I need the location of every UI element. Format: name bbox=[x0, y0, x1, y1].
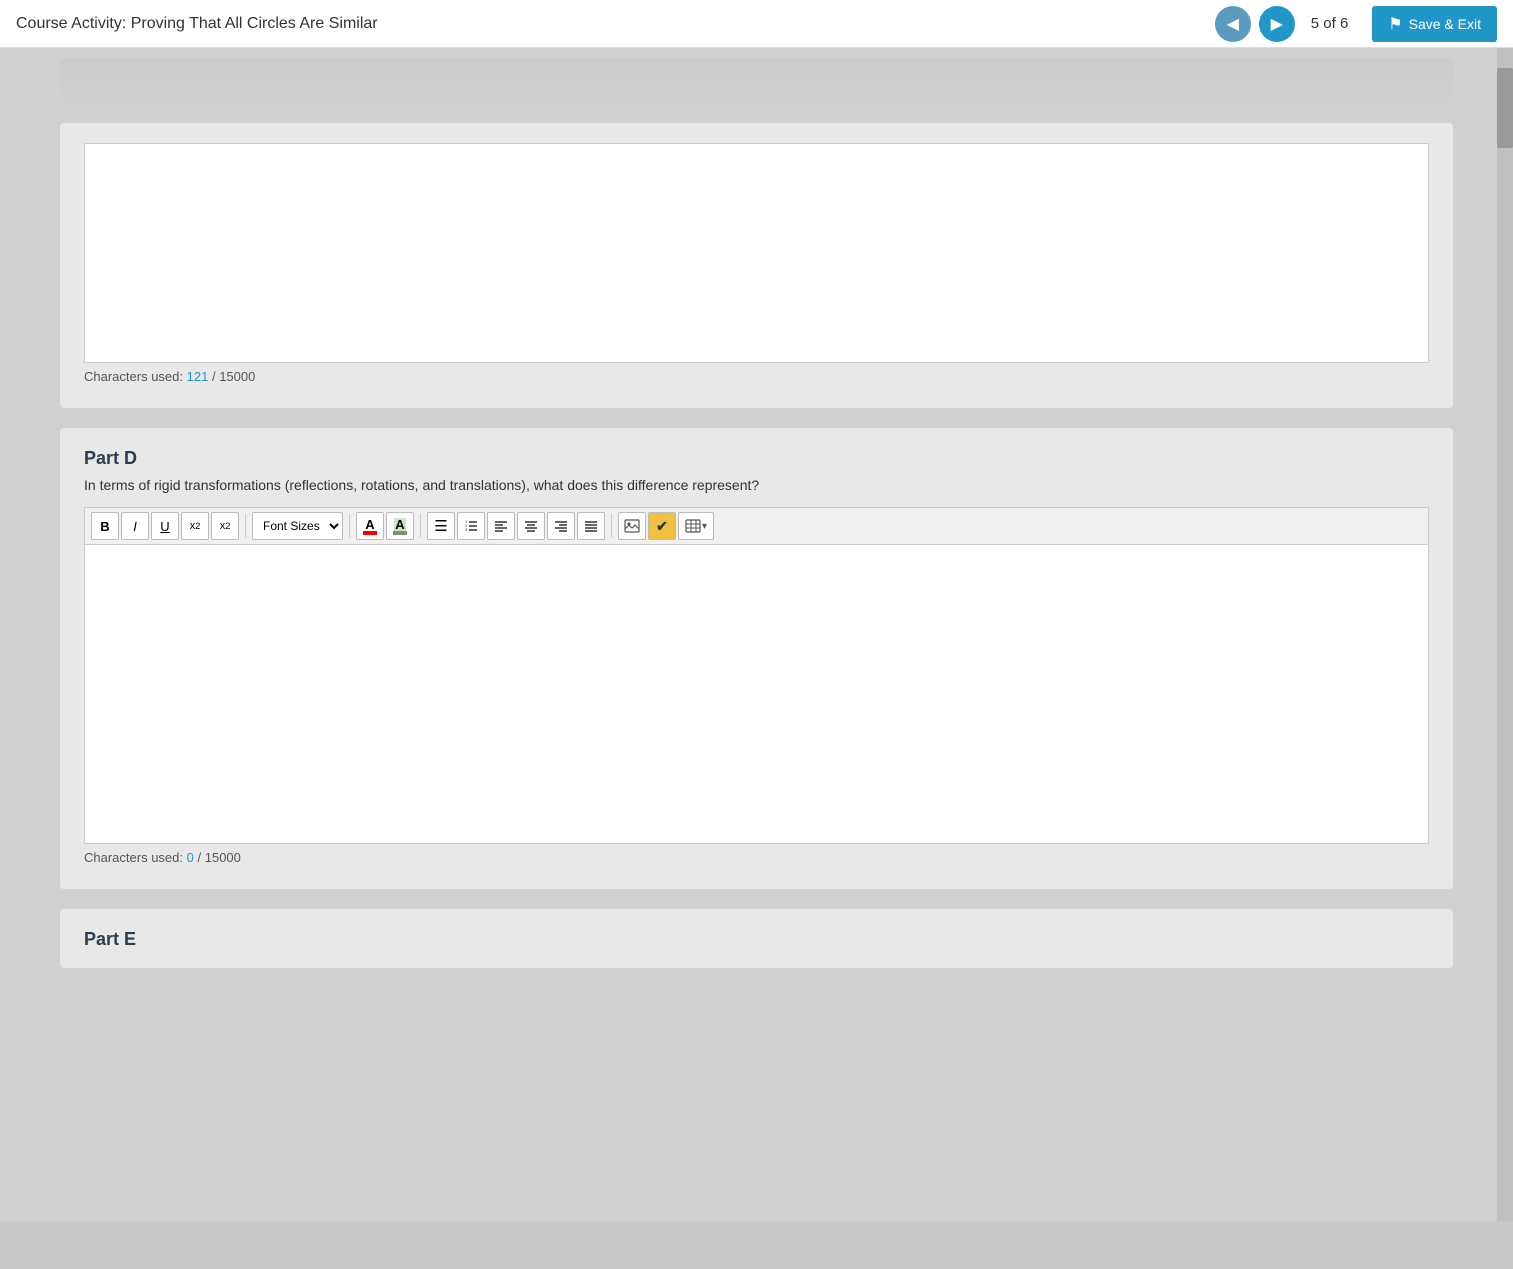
align-center-button[interactable] bbox=[517, 512, 545, 540]
italic-button[interactable]: I bbox=[121, 512, 149, 540]
separator-2 bbox=[349, 514, 350, 538]
chars-used-top-count: 121 bbox=[187, 369, 209, 384]
previous-part-textarea[interactable] bbox=[84, 143, 1429, 363]
bg-color-indicator bbox=[393, 531, 407, 535]
bullet-list-button[interactable]: ☰ bbox=[427, 512, 455, 540]
separator-1 bbox=[245, 514, 246, 538]
chars-used-d-label: Characters used: bbox=[84, 850, 183, 865]
chars-used-d-sep: / bbox=[197, 850, 201, 865]
underline-button[interactable]: U bbox=[151, 512, 179, 540]
chars-used-d: Characters used: 0 / 15000 bbox=[84, 850, 1429, 865]
scrollbar-thumb[interactable] bbox=[1497, 68, 1513, 148]
part-d-editor[interactable] bbox=[84, 544, 1429, 844]
align-right-button[interactable] bbox=[547, 512, 575, 540]
part-e-card: Part E bbox=[60, 909, 1453, 968]
chars-used-top-sep: / bbox=[212, 369, 216, 384]
part-d-question: In terms of rigid transformations (refle… bbox=[84, 477, 1429, 493]
bg-color-label: A bbox=[394, 518, 405, 531]
checkmark-button[interactable]: ✔ bbox=[648, 512, 676, 540]
font-color-label: A bbox=[365, 518, 374, 531]
superscript-button[interactable]: x2 bbox=[181, 512, 209, 540]
svg-text:3: 3 bbox=[465, 527, 468, 532]
next-button[interactable]: ▶ bbox=[1259, 6, 1295, 42]
previous-part-card: Characters used: 121 / 15000 bbox=[60, 123, 1453, 408]
insert-table-button[interactable]: ▾ bbox=[678, 512, 714, 540]
editor-toolbar: B I U x2 x2 Font Sizes 8pt 10pt 12pt 14p… bbox=[84, 507, 1429, 544]
font-size-select[interactable]: Font Sizes 8pt 10pt 12pt 14pt 18pt 24pt bbox=[252, 512, 343, 540]
chars-used-top: Characters used: 121 / 15000 bbox=[84, 369, 1429, 384]
align-justify-button[interactable] bbox=[577, 512, 605, 540]
table-dropdown-arrow: ▾ bbox=[702, 521, 707, 532]
numbered-list-button[interactable]: 123 bbox=[457, 512, 485, 540]
main-content: Characters used: 121 / 15000 Part D In t… bbox=[0, 48, 1513, 1221]
save-exit-button[interactable]: ⚑ Save & Exit bbox=[1372, 6, 1497, 42]
font-color-button[interactable]: A bbox=[356, 512, 384, 540]
chars-used-top-label: Characters used: bbox=[84, 369, 183, 384]
align-left-button[interactable] bbox=[487, 512, 515, 540]
save-exit-label: Save & Exit bbox=[1409, 16, 1481, 32]
insert-image-button[interactable] bbox=[618, 512, 646, 540]
scrollbar[interactable] bbox=[1497, 48, 1513, 1221]
header: Course Activity: Proving That All Circle… bbox=[0, 0, 1513, 48]
chars-used-top-max: 15000 bbox=[219, 369, 255, 384]
font-color-indicator bbox=[363, 531, 377, 535]
separator-3 bbox=[420, 514, 421, 538]
previous-section-fade bbox=[60, 58, 1453, 113]
bg-color-button[interactable]: A bbox=[386, 512, 414, 540]
navigation: ◀ ▶ 5 of 6 ⚑ Save & Exit bbox=[1215, 6, 1497, 42]
subscript-button[interactable]: x2 bbox=[211, 512, 239, 540]
page-total: 6 bbox=[1340, 15, 1348, 32]
page-info: 5 of 6 bbox=[1311, 15, 1349, 32]
page-of: of bbox=[1323, 15, 1336, 32]
part-e-title: Part E bbox=[84, 929, 1429, 950]
part-d-title: Part D bbox=[84, 448, 1429, 469]
page-title: Course Activity: Proving That All Circle… bbox=[16, 15, 1215, 33]
bold-button[interactable]: B bbox=[91, 512, 119, 540]
prev-button[interactable]: ◀ bbox=[1215, 6, 1251, 42]
chars-used-d-count: 0 bbox=[187, 850, 194, 865]
page-current: 5 bbox=[1311, 15, 1319, 32]
separator-4 bbox=[611, 514, 612, 538]
chars-used-d-max: 15000 bbox=[205, 850, 241, 865]
flag-icon: ⚑ bbox=[1388, 14, 1402, 34]
part-d-card: Part D In terms of rigid transformations… bbox=[60, 428, 1453, 889]
